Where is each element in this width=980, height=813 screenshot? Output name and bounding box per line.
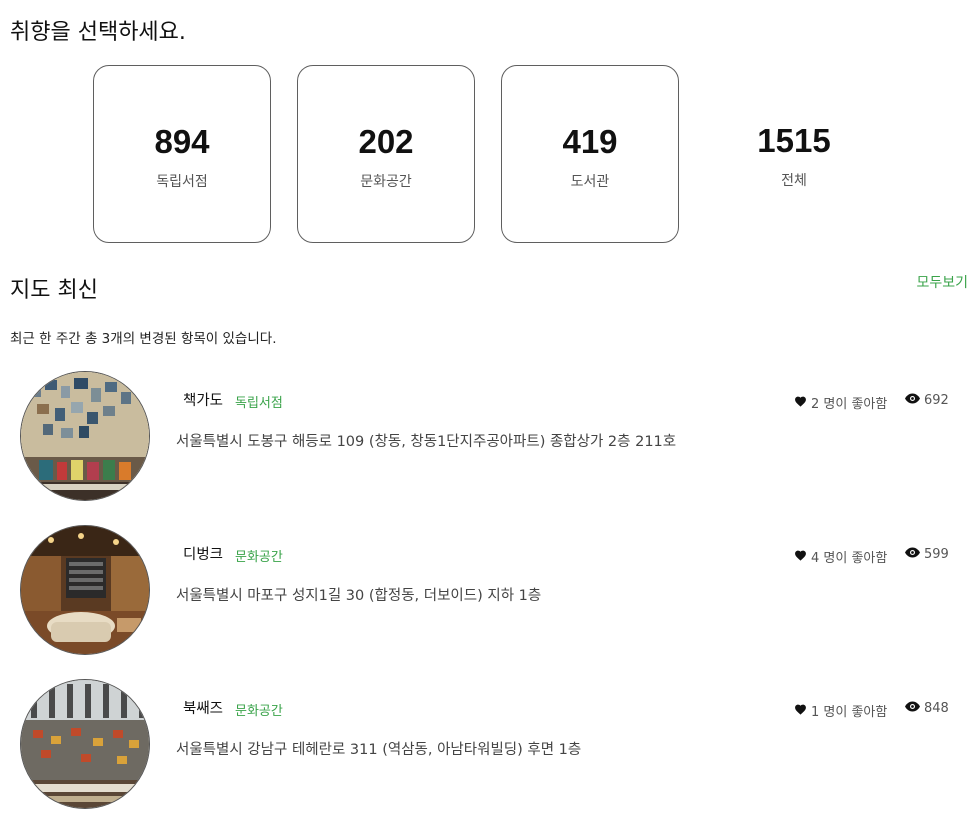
place-likes: 1 명이 좋아함: [794, 701, 887, 720]
place-name[interactable]: 책가도: [183, 389, 223, 410]
place-thumbnail[interactable]: [20, 525, 150, 655]
likes-text: 4 명이 좋아함: [811, 551, 888, 566]
place-likes: 2 명이 좋아함: [794, 393, 887, 412]
category-card-bookstore[interactable]: 894 독립서점: [93, 65, 271, 243]
place-item[interactable]: 디벙크 문화공간 4 명이 좋아함 599 서울특별시 마포구 성지1길 30 …: [0, 525, 980, 657]
views-count: 692: [924, 393, 949, 408]
place-address: 서울특별시 강남구 테헤란로 311 (역삼동, 아남타워빌딩) 후면 1층: [176, 742, 582, 758]
category-count: 419: [562, 123, 618, 160]
heart-icon[interactable]: [794, 703, 807, 719]
category-card-culture-space[interactable]: 202 문화공간: [297, 65, 475, 243]
place-category: 문화공간: [235, 704, 283, 719]
place-item[interactable]: 책가도 독립서점 2 명이 좋아함 692 서울특별시 도봉구 해등로 109 …: [0, 371, 980, 503]
place-likes: 4 명이 좋아함: [794, 547, 887, 566]
category-card-library[interactable]: 419 도서관: [501, 65, 679, 243]
heart-icon[interactable]: [794, 395, 807, 411]
page: 취향을 선택하세요. 894 독립서점 202 문화공간 419 도서관 151…: [0, 0, 980, 813]
section-title: 지도 최신: [10, 278, 98, 303]
views-count: 848: [924, 701, 949, 716]
place-thumbnail[interactable]: [20, 679, 150, 809]
heart-icon[interactable]: [794, 549, 807, 565]
place-category: 문화공간: [235, 550, 283, 565]
likes-text: 1 명이 좋아함: [811, 705, 888, 720]
place-item[interactable]: 북쌔즈 문화공간 1 명이 좋아함 848 서울특별시 강남구 테헤란로 311…: [0, 679, 980, 811]
see-all-link[interactable]: 모두보기: [916, 272, 968, 292]
eye-icon: [905, 393, 920, 408]
category-label: 독립서점: [156, 174, 208, 190]
category-label: 도서관: [570, 174, 610, 190]
section-description: 최근 한 주간 총 3개의 변경된 항목이 있습니다.: [10, 331, 277, 347]
category-count: 202: [358, 123, 414, 160]
page-heading: 취향을 선택하세요.: [10, 20, 186, 45]
category-label: 문화공간: [360, 174, 412, 190]
place-views: 692: [905, 393, 949, 408]
category-count: 1515: [757, 122, 831, 159]
eye-icon: [905, 547, 920, 562]
place-address: 서울특별시 도봉구 해등로 109 (창동, 창동1단지주공아파트) 종합상가 …: [176, 434, 677, 450]
views-count: 599: [924, 547, 949, 562]
place-thumbnail[interactable]: [20, 371, 150, 501]
place-name[interactable]: 디벙크: [183, 543, 223, 564]
place-views: 848: [905, 701, 949, 716]
eye-icon: [905, 701, 920, 716]
place-views: 599: [905, 547, 949, 562]
place-name[interactable]: 북쌔즈: [183, 697, 223, 718]
likes-text: 2 명이 좋아함: [811, 397, 888, 412]
category-card-all[interactable]: 1515 전체: [705, 65, 883, 243]
category-count: 894: [154, 123, 210, 160]
category-label: 전체: [781, 173, 807, 189]
place-category: 독립서점: [235, 396, 283, 411]
place-address: 서울특별시 마포구 성지1길 30 (합정동, 더보이드) 지하 1층: [176, 588, 542, 604]
